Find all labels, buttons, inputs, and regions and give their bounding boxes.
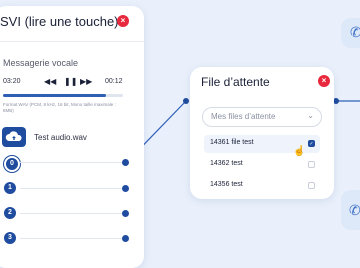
decorative-tile-top: ✆ — [341, 18, 360, 48]
decorative-tile-bottom: ✆ — [341, 190, 360, 230]
time-total: 00:12 — [105, 78, 123, 85]
divider — [0, 41, 144, 42]
key-connector-dot[interactable] — [122, 210, 129, 217]
audio-progress-bar[interactable] — [3, 94, 123, 97]
option-checkbox[interactable] — [308, 161, 315, 168]
svi-close-icon[interactable]: × — [117, 15, 129, 27]
queue-close-icon[interactable]: × — [318, 75, 330, 87]
queue-option[interactable]: 14356 test — [204, 177, 320, 195]
key-connector-dot[interactable] — [122, 159, 129, 166]
queue-card: File d’attente × Mes files d’attente ⌄ 1… — [190, 67, 334, 199]
key-connector-dot[interactable] — [122, 235, 129, 242]
audio-progress-fill — [3, 94, 107, 97]
option-checkbox[interactable]: ✓ — [308, 140, 315, 147]
cloud-upload-icon — [5, 131, 22, 141]
upload-button[interactable] — [2, 127, 26, 147]
key-badge: 2 — [4, 207, 16, 219]
hand-cursor-icon: ☝ — [293, 146, 306, 157]
key-line — [20, 238, 122, 239]
key-badge: 0 — [4, 156, 20, 172]
key-badge: 1 — [4, 182, 16, 194]
pause-icon[interactable]: ❚❚ — [64, 77, 77, 86]
format-info: Format WAV (PCM, 8 kHz, 16 bit, Mono tai… — [3, 102, 116, 113]
key-line — [20, 162, 122, 163]
queue-title: File d’attente — [201, 75, 270, 89]
phone-icon: ✆ — [350, 24, 360, 40]
time-current: 03:20 — [3, 78, 21, 85]
svi-card: SVI (lire une touche) × Messagerie vocal… — [0, 6, 144, 268]
queue-option-label: 14361 file test — [210, 139, 254, 146]
svi-title: SVI (lire une touche) — [0, 14, 119, 29]
queue-select[interactable]: Mes files d’attente ⌄ — [202, 107, 322, 127]
next-icon[interactable]: ▶▶ — [80, 77, 92, 86]
option-checkbox[interactable] — [308, 182, 315, 189]
key-line — [20, 213, 122, 214]
key-connector-dot[interactable] — [122, 185, 129, 192]
queue-option-label: 14356 test — [210, 181, 243, 188]
voicemail-label: Messagerie vocale — [3, 58, 79, 68]
audio-file-name: Test audio.wav — [34, 133, 87, 142]
queue-option[interactable]: 14362 test — [204, 156, 320, 174]
key-line — [20, 188, 122, 189]
previous-icon[interactable]: ◀◀ — [44, 77, 56, 86]
phone-icon: ✆ — [349, 202, 360, 218]
key-badge: 3 — [4, 232, 16, 244]
queue-select-placeholder: Mes files d’attente — [211, 112, 276, 121]
chevron-down-icon: ⌄ — [307, 111, 314, 120]
queue-option-label: 14362 test — [210, 160, 243, 167]
